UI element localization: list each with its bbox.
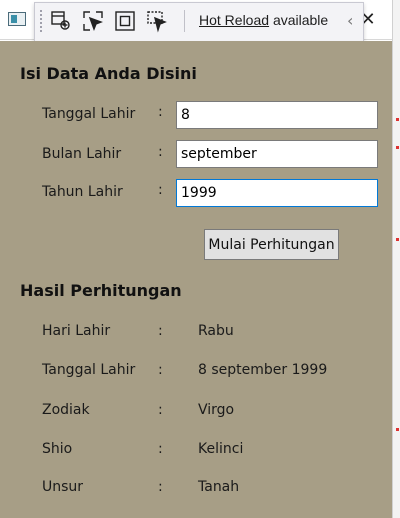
results-title: Hasil Perhitungan — [20, 281, 182, 300]
background-marker — [396, 118, 399, 121]
background-marker — [396, 428, 399, 431]
result-value-unsur: Tanah — [198, 479, 240, 495]
result-value-zodiak: Virgo — [198, 402, 235, 418]
hot-reload-status-text: available — [272, 12, 329, 28]
result-value-hari: Rabu — [198, 323, 234, 339]
hot-reload-link[interactable]: Hot Reload — [199, 12, 269, 28]
field-label-tanggal: Tanggal Lahir — [42, 106, 136, 122]
form-title: Isi Data Anda Disini — [20, 64, 197, 83]
field-label-tahun: Tahun Lahir — [42, 184, 123, 200]
result-colon: : — [158, 402, 163, 418]
result-colon: : — [158, 362, 163, 378]
app-window-icon — [8, 12, 26, 26]
field-colon: : — [158, 182, 163, 198]
collapse-toolbar-chevron-icon[interactable]: ‹ — [347, 11, 353, 30]
live-visual-tree-icon[interactable] — [49, 9, 73, 33]
result-label-shio: Shio — [42, 441, 73, 457]
tahun-lahir-input[interactable] — [176, 179, 378, 207]
field-colon: : — [158, 104, 163, 120]
result-label-tanggal: Tanggal Lahir — [42, 362, 136, 378]
result-label-unsur: Unsur — [42, 479, 84, 495]
field-colon: : — [158, 144, 163, 160]
form-panel: Isi Data Anda Disini Tanggal Lahir : Bul… — [0, 41, 392, 518]
result-label-zodiak: Zodiak — [42, 402, 90, 418]
result-value-shio: Kelinci — [198, 441, 244, 457]
result-value-tanggal: 8 september 1999 — [198, 362, 328, 378]
toolbar-grip-icon[interactable] — [39, 9, 43, 33]
result-colon: : — [158, 441, 163, 457]
tanggal-lahir-input[interactable] — [176, 101, 378, 129]
background-window-edge — [392, 0, 400, 518]
result-colon: : — [158, 479, 163, 495]
result-colon: : — [158, 323, 163, 339]
track-focus-icon[interactable] — [145, 9, 169, 33]
field-label-bulan: Bulan Lahir — [42, 146, 122, 162]
background-marker — [396, 238, 399, 241]
background-marker — [396, 146, 399, 149]
select-element-icon[interactable] — [81, 9, 105, 33]
result-label-hari: Hari Lahir — [42, 323, 111, 339]
hot-reload-status: Hot Reload available — [199, 12, 328, 28]
mulai-perhitungan-button[interactable]: Mulai Perhitungan — [204, 229, 339, 260]
bulan-lahir-input[interactable] — [176, 140, 378, 168]
display-layout-adorners-icon[interactable] — [113, 9, 137, 33]
toolbar-separator — [184, 10, 185, 32]
